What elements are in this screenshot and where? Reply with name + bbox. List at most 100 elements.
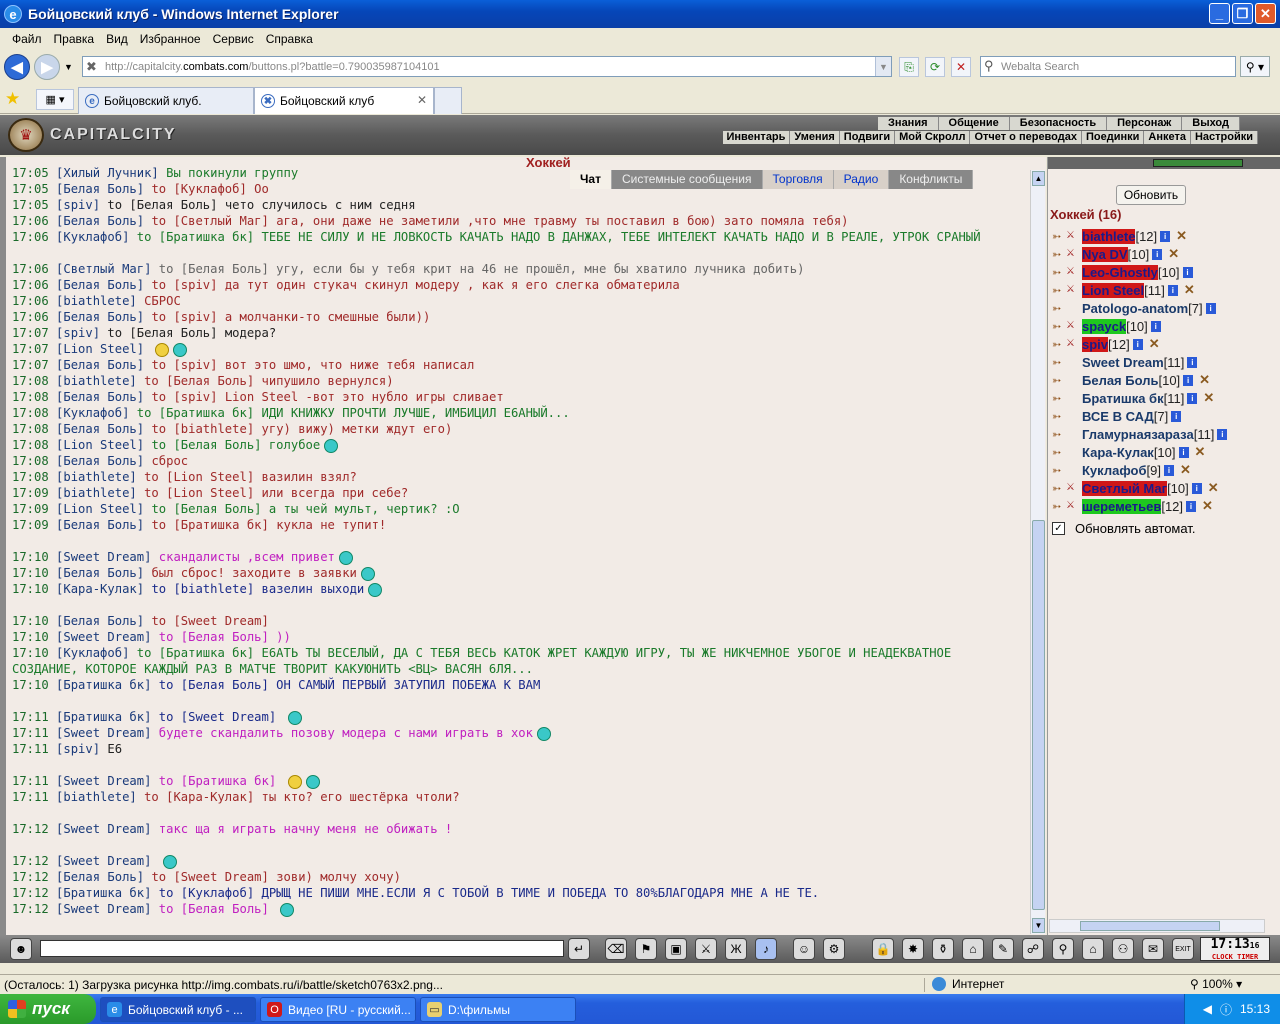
private-message-icon[interactable]: ➳ [1052, 410, 1066, 423]
menu-tools[interactable]: Сервис [207, 32, 260, 46]
player-info-icon[interactable]: i [1217, 428, 1228, 440]
submenu-inventory[interactable]: Инвентарь [723, 131, 791, 144]
message-recipient[interactable]: to [Белая Боль] [159, 678, 269, 692]
player-name[interactable]: Светлый Маг [1082, 480, 1168, 496]
message-nick[interactable]: [Куклафоб] [56, 646, 129, 660]
filter-icon[interactable]: ⚑ [635, 938, 657, 960]
message-nick[interactable]: [Sweet Dream] [56, 822, 151, 836]
private-message-icon[interactable]: ➳ [1052, 302, 1066, 315]
message-recipient[interactable]: to [Sweet Dream] [151, 870, 268, 884]
address-input[interactable]: ✖ http://capitalcity. combats.com/buttons… [82, 56, 892, 77]
search-input[interactable]: ⚲ Webalta Search [980, 56, 1236, 77]
smile-menu-icon[interactable]: ☻ [10, 938, 32, 960]
player-info-icon[interactable]: i [1178, 446, 1189, 458]
message-nick[interactable]: [Белая Боль] [56, 422, 144, 436]
menu-edit[interactable]: Правка [48, 32, 101, 46]
refresh-icon[interactable]: ⟳ [925, 57, 945, 77]
task-opera[interactable]: O Видео [RU - русский... [260, 997, 416, 1022]
player-info-icon[interactable]: i [1167, 284, 1178, 296]
back-button[interactable]: ◀ [4, 54, 30, 80]
bag-icon[interactable]: ⚱ [932, 938, 954, 960]
private-message-icon[interactable]: ➳ [1052, 464, 1066, 477]
message-recipient[interactable]: to [Белая Боль] [159, 262, 269, 276]
player-info-icon[interactable]: i [1182, 266, 1193, 278]
message-nick[interactable]: [Lion Steel] [56, 342, 144, 356]
close-button[interactable]: ✕ [1255, 3, 1276, 24]
private-message-icon[interactable]: ➳ [1052, 248, 1066, 261]
refresh-button[interactable]: Обновить [1116, 185, 1186, 205]
menu-communication[interactable]: Общение [938, 117, 1010, 130]
message-recipient[interactable]: to [biathlete] [151, 582, 254, 596]
zoom-level[interactable]: ⚲ 100% ▾ [1190, 977, 1242, 991]
player-info-icon[interactable]: i [1187, 392, 1198, 404]
message-nick[interactable]: [Sweet Dream] [56, 726, 151, 740]
player-info-icon[interactable]: i [1186, 500, 1197, 512]
player-name[interactable]: biathlete [1082, 228, 1136, 244]
tab-system-messages[interactable]: Системные сообщения [611, 170, 763, 189]
message-recipient[interactable]: to [Белая Боль] [107, 326, 217, 340]
message-nick[interactable]: [Lion Steel] [56, 502, 144, 516]
message-nick[interactable]: [Кара-Кулак] [56, 582, 144, 596]
private-message-icon[interactable]: ➳ [1052, 230, 1066, 243]
task-folder[interactable]: ▭ D:\фильмы [420, 997, 576, 1022]
player-info-icon[interactable]: i [1183, 374, 1194, 386]
submenu-battles[interactable]: Поединки [1082, 131, 1145, 144]
chat-input[interactable] [40, 940, 564, 957]
exit-icon[interactable]: EXIT [1172, 938, 1194, 960]
player-info-icon[interactable]: i [1205, 302, 1216, 314]
lock-icon[interactable]: 🔒 [872, 938, 894, 960]
menu-security[interactable]: Безопасность [1009, 117, 1108, 130]
message-recipient[interactable]: to [Белая Боль] [107, 198, 217, 212]
player-name[interactable]: spayck [1082, 318, 1127, 334]
tab-inactive[interactable]: e Бойцовский клуб. [78, 87, 254, 114]
message-recipient[interactable]: to [biathlete] [151, 422, 254, 436]
menu-file[interactable]: Файл [6, 32, 48, 46]
message-recipient[interactable]: to [Белая Боль] [151, 502, 261, 516]
message-recipient[interactable]: to [spiv] [151, 310, 217, 324]
scroll-up-icon[interactable]: ▲ [1032, 171, 1045, 186]
house-icon[interactable]: ⌂ [1082, 938, 1104, 960]
message-recipient[interactable]: to [spiv] [151, 390, 217, 404]
menu-exit[interactable]: Выход [1182, 117, 1240, 130]
player-name[interactable]: Братишка бк [1082, 391, 1164, 406]
private-message-icon[interactable]: ➳ [1052, 320, 1066, 333]
player-name[interactable]: Lion Steel [1082, 282, 1145, 298]
message-recipient[interactable]: to [Куклафоб] [159, 886, 254, 900]
private-message-icon[interactable]: ➳ [1052, 338, 1066, 351]
private-message-icon[interactable]: ➳ [1052, 392, 1066, 405]
tab-conflicts[interactable]: Конфликты [889, 170, 974, 189]
address-dropdown-icon[interactable]: ▼ [875, 57, 891, 76]
submenu-achievements[interactable]: Подвиги [840, 131, 896, 144]
scroll-icon[interactable]: ✎ [992, 938, 1014, 960]
fight-icon[interactable]: ✸ [902, 938, 924, 960]
maximize-button[interactable]: ❐ [1232, 3, 1253, 24]
message-nick[interactable]: [Sweet Dream] [56, 550, 151, 564]
translit-icon[interactable]: Ж [725, 938, 747, 960]
submenu-my-scroll[interactable]: Мой Скролл [895, 131, 971, 144]
menu-character[interactable]: Персонаж [1107, 117, 1183, 130]
player-list-hscroll[interactable] [1049, 919, 1265, 933]
map-icon[interactable]: ⌂ [962, 938, 984, 960]
private-message-icon[interactable]: ➳ [1052, 284, 1066, 297]
message-recipient[interactable]: to [spiv] [151, 358, 217, 372]
close-tab-icon[interactable]: ✕ [417, 93, 427, 107]
message-nick[interactable]: [Sweet Dream] [56, 774, 151, 788]
message-nick[interactable]: [biathlete] [56, 294, 137, 308]
submenu-skills[interactable]: Умения [790, 131, 840, 144]
player-info-icon[interactable]: i [1163, 464, 1174, 476]
menu-knowledge[interactable]: Знания [878, 117, 939, 130]
people-icon[interactable]: ⚇ [1112, 938, 1134, 960]
player-name[interactable]: Leo-Ghostly [1082, 264, 1158, 280]
message-recipient[interactable]: to [Белая Боль] [151, 438, 261, 452]
message-nick[interactable]: [Белая Боль] [56, 182, 144, 196]
player-info-icon[interactable]: i [1152, 248, 1163, 260]
private-message-icon[interactable]: ➳ [1052, 428, 1066, 441]
message-nick[interactable]: [biathlete] [56, 470, 137, 484]
player-name[interactable]: Patologo-anatom [1082, 301, 1188, 316]
player-name[interactable]: spiv [1082, 336, 1109, 352]
player-name[interactable]: Nya DV [1082, 246, 1128, 262]
start-button[interactable]: пуск [0, 994, 96, 1024]
message-recipient[interactable]: to [Белая Боль] [159, 630, 269, 644]
message-recipient[interactable]: to [Lion Steel] [144, 470, 254, 484]
favorites-star-icon[interactable]: ★ [5, 89, 20, 109]
